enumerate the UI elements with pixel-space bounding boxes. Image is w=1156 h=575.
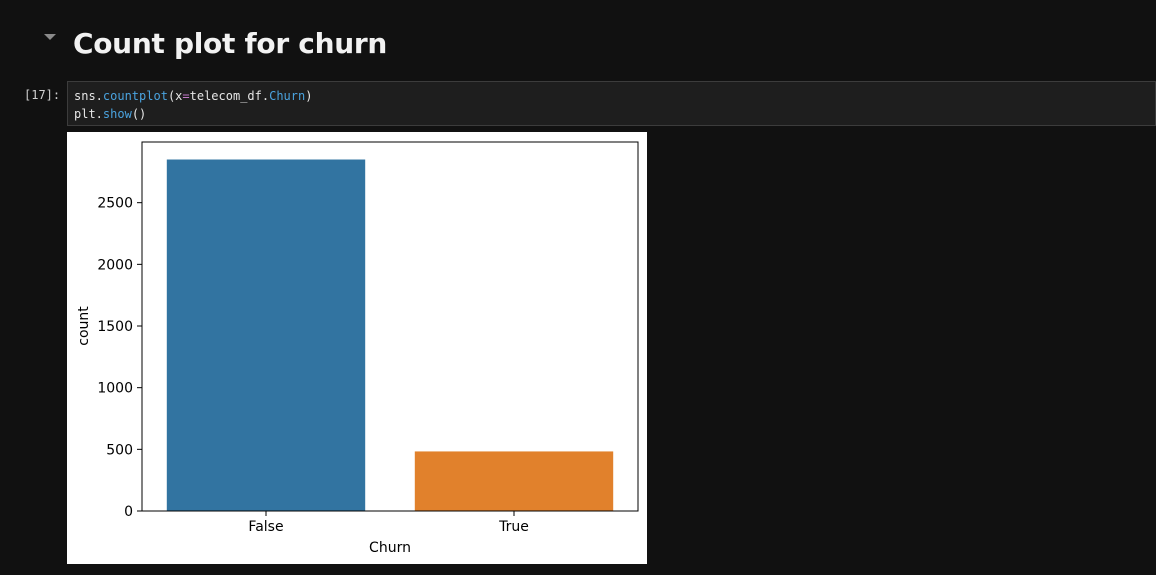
chevron-down-icon[interactable] [44, 34, 56, 40]
code-token: (x [167, 89, 183, 103]
code-token: () [131, 107, 147, 121]
x-tick-label: True [498, 519, 529, 535]
y-tick-label: 0 [124, 504, 133, 520]
bar-true [414, 451, 614, 511]
bar-false [166, 159, 366, 511]
code-token: plt. [74, 107, 103, 121]
x-axis-label: Churn [369, 540, 411, 556]
code-token-function: countplot [102, 89, 168, 103]
y-tick-label: 1500 [97, 319, 133, 335]
code-token: sns. [74, 89, 103, 103]
code-token-operator: = [182, 89, 190, 103]
y-tick-label: 2000 [97, 257, 133, 273]
y-tick-label: 1000 [97, 381, 133, 397]
execution-count: [17]: [24, 88, 61, 102]
code-token-function: show [102, 107, 132, 121]
code-token: telecom_df. [189, 89, 270, 103]
count-plot: 0 500 1000 1500 2000 2500 False True Churn cou… [76, 141, 639, 556]
chart-output: 0 500 1000 1500 2000 2500 False True Churn cou… [67, 132, 647, 564]
y-tick-label: 500 [106, 442, 133, 458]
code-cell[interactable]: sns.countplot(x=telecom_df.Churn) plt.sh… [67, 81, 1156, 126]
code-token-attribute: Churn [269, 89, 306, 103]
x-tick-label: False [248, 519, 283, 535]
section-heading: Count plot for churn [73, 27, 387, 60]
y-tick-label: 2500 [97, 196, 133, 212]
code-token: ) [305, 89, 313, 103]
y-axis-label: count [76, 306, 92, 346]
